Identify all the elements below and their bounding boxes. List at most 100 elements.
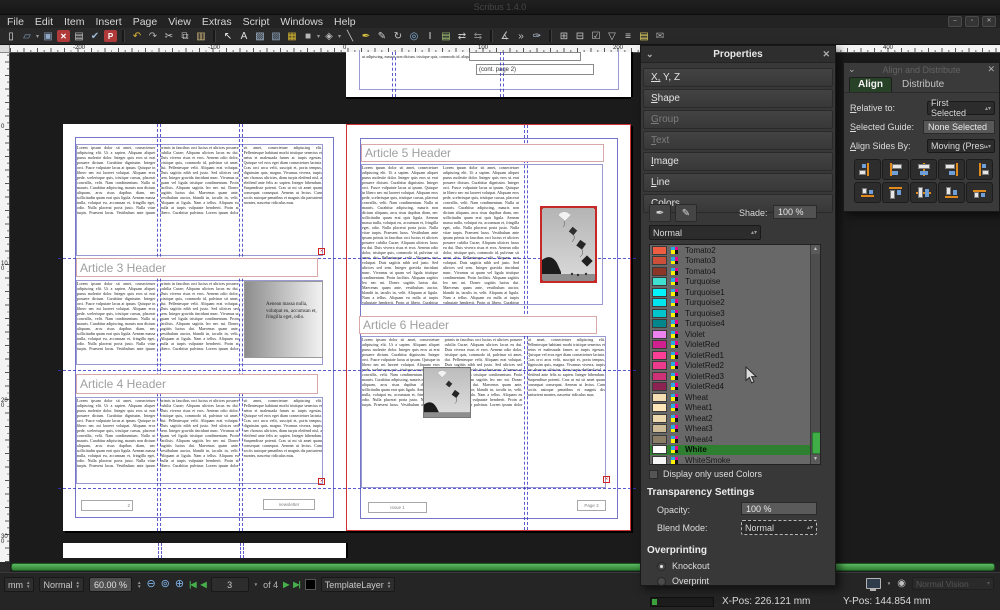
next-page-button[interactable]: ▶ [283,580,288,589]
menu-item[interactable]: View [168,16,191,28]
zoom-out-icon[interactable]: ⊖ [146,578,155,591]
align-right-button[interactable] [938,159,965,180]
menu-item[interactable]: Page [133,16,158,28]
menu-item[interactable]: Insert [95,16,121,28]
display-only-used-checkbox[interactable] [649,470,658,479]
next-page-partial[interactable] [63,543,346,558]
menu-item[interactable]: Edit [35,16,53,28]
palette-title-bar[interactable]: ⌄ Properties ✕ [641,46,835,63]
undo-icon[interactable]: ↶ [130,29,144,43]
scroll-up-icon[interactable]: ▲ [811,245,820,254]
preview-mode-icon[interactable] [866,578,881,589]
shade-field[interactable]: 100 % [773,205,817,219]
scrollbar-thumb[interactable] [11,563,995,571]
article6-header-frame[interactable]: Article 6 Header [359,316,597,334]
horizontal-scrollbar[interactable] [10,562,1000,572]
copy-item-properties-icon[interactable]: » [514,29,528,43]
color-list-item[interactable]: VioletRed4 [650,382,820,393]
overprint-radio[interactable] [657,577,666,586]
preflight-verifier-icon[interactable]: ✔ [88,29,102,43]
newsletter-footer[interactable]: newsletter [263,499,315,510]
menu-item[interactable]: Help [334,16,356,28]
align-left-button[interactable] [882,159,909,180]
edit-contents-icon[interactable]: I [423,29,437,43]
insert-freehand-icon[interactable]: ✎ [375,29,389,43]
ruler-origin-box[interactable] [0,45,10,53]
page-number-footer[interactable]: 2 [81,500,133,511]
align-sides-by-combo[interactable]: Moving (Prese▴▾ [927,139,995,153]
open-document-icon[interactable]: ▱ [20,29,34,43]
color-list-item[interactable]: Tomato4 [650,266,820,277]
menu-item[interactable]: Script [243,16,270,28]
color-list-item[interactable]: White [650,445,820,456]
story-editor-icon[interactable]: ▤ [439,29,453,43]
zoom-spinner-icon[interactable]: ▲▼ [137,581,141,589]
resize-handle[interactable] [594,206,597,209]
eye-dropper-icon[interactable]: ✑ [530,29,544,43]
article4-body-frame[interactable]: Lorem ipsum dolor sit amet, consectetuer… [76,397,323,484]
fill-type-combo[interactable]: Normal▴▾ [649,225,761,240]
pdf-link-annotation-icon[interactable]: ✉ [653,29,667,43]
chevron-down-icon[interactable]: ▼ [887,582,891,586]
section-text[interactable]: Text [643,131,833,150]
insert-image-frame-icon[interactable]: ▨ [253,29,267,43]
blend-mode-combo[interactable]: Normal▴▾ [741,520,817,535]
tab-align[interactable]: Align [849,77,892,92]
pdf-text-annotation-icon[interactable]: ▤ [637,29,651,43]
article3-header-frame[interactable]: Article 3 Header [76,258,318,277]
insert-bezier-icon[interactable]: ✒ [359,29,373,43]
toolbar-separator[interactable] [213,30,216,42]
vertical-guide[interactable] [500,52,504,97]
unlink-text-frames-icon[interactable]: ⇆ [471,29,485,43]
color-list-scrollbar[interactable]: ▲ ▼ [810,245,820,464]
page-3-current[interactable]: Article 5 Header Lorem ipsum dolor sit a… [346,124,631,531]
color-list-item[interactable]: Tomato3 [650,256,820,267]
previous-page-partial[interactable]: ut adipiscing, mauris non dictum. tristi… [346,52,631,97]
align-right-to-anchor-button[interactable] [966,159,993,180]
section-image[interactable]: Image [643,152,833,171]
save-document-icon[interactable]: ▣ [41,29,55,43]
close-button[interactable]: ✕ [982,16,996,27]
center-horizontal-axis-button[interactable] [910,182,937,203]
color-list-item[interactable]: VioletRed [650,340,820,351]
pdf-combo-box-icon[interactable]: ▽ [605,29,619,43]
new-document-icon[interactable]: ▯ [4,29,18,43]
article2-body-frame[interactable]: Lorem ipsum dolor sit amet, consectetuer… [76,144,323,256]
color-list-item[interactable]: Violet [650,329,820,340]
gradient-image-frame[interactable]: Aenean massa nulla, volutpat eu, accumsa… [244,281,323,358]
print-document-icon[interactable]: ▤ [72,29,86,43]
section-line[interactable]: Line [643,173,833,192]
cut-icon[interactable]: ✂ [162,29,176,43]
issue-footer[interactable]: Issue 1 [368,502,427,513]
scroll-down-icon[interactable]: ▼ [811,455,820,464]
color-list-item[interactable]: VioletRed2 [650,361,820,372]
color-list-item[interactable]: Wheat1 [650,403,820,414]
menu-item[interactable]: Extras [202,16,232,28]
zoom-icon[interactable]: ◎ [407,29,421,43]
insert-polygon-icon[interactable]: ◈ [322,29,336,43]
color-list-item[interactable]: Wheat3 [650,424,820,435]
selected-guide-field[interactable]: None Selected [923,120,995,134]
relative-to-combo[interactable]: First Selected▴▾ [927,101,995,115]
color-list-item[interactable]: Turquoise [650,277,820,288]
toolbar-separator[interactable] [549,30,552,42]
section-shape[interactable]: Shape [643,89,833,108]
menu-item[interactable]: Item [64,16,84,28]
previous-page-button[interactable]: ◀ [201,580,206,589]
edit-line-color-button[interactable]: ✒ [649,204,671,222]
insert-text-frame-icon[interactable]: A [237,29,251,43]
paste-icon[interactable]: ▥ [194,29,208,43]
pdf-text-field-icon[interactable]: ⊟ [573,29,587,43]
rotate-item-icon[interactable]: ↻ [391,29,405,43]
zoom-level-field[interactable]: 60.00 % [89,577,132,592]
redo-icon[interactable]: ↷ [146,29,160,43]
horizontal-guide[interactable] [58,370,636,371]
article5-header-frame[interactable]: Article 5 Header [361,144,604,162]
page-2[interactable]: Lorem ipsum dolor sit amet, consectetuer… [63,124,346,531]
kites-photo-small[interactable] [423,367,471,418]
center-vertical-axis-button[interactable] [910,159,937,180]
section-xyz[interactable]: X, Y, Z [643,68,833,87]
color-list-item[interactable]: Wheat4 [650,434,820,445]
align-top-button[interactable] [882,182,909,203]
article6-body-frame[interactable]: Lorem ipsum dolor sit amet, consectetuer… [361,336,606,488]
